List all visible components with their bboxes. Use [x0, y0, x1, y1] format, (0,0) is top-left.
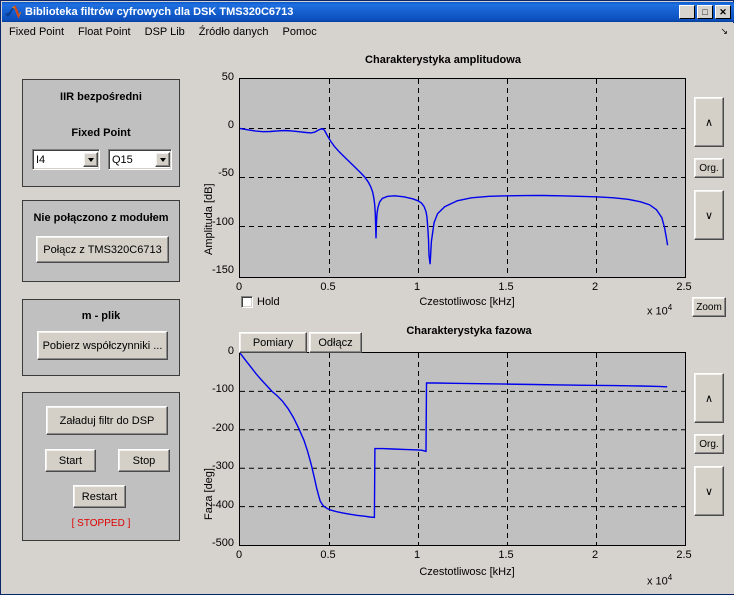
- phase-xtick-0: 0: [235, 549, 243, 561]
- phase-plot-svg: [240, 353, 685, 545]
- phase-x-axis-label: Czestotliwosc [kHz]: [419, 566, 515, 578]
- amp-xtick-2: 2: [591, 281, 599, 293]
- window-buttons: _ □ ✕: [679, 5, 731, 19]
- restart-button[interactable]: Restart: [73, 485, 126, 508]
- amplitude-gridlines: [240, 79, 685, 277]
- amplitude-scroll-up-button[interactable]: ∧: [694, 97, 724, 147]
- amplitude-plot-svg: [240, 79, 685, 277]
- window-title: Biblioteka filtrów cyfrowych dla DSK TMS…: [25, 6, 294, 18]
- amplitude-x-exponent-power: 4: [667, 303, 673, 312]
- connect-dsp-button[interactable]: Połącz z TMS320C6713: [36, 236, 169, 263]
- amplitude-reset-button[interactable]: Org.: [694, 158, 724, 178]
- control-panel: Załaduj filtr do DSP Start Stop Restart …: [22, 392, 180, 541]
- phase-ytick-0: 0: [227, 345, 234, 357]
- phase-y-axis-label: Faza [deg]: [203, 468, 215, 520]
- phase-curve: [240, 353, 668, 519]
- amp-ytick--150: -150: [211, 264, 234, 276]
- amp-ytick--100: -100: [211, 216, 234, 228]
- amp-xtick-1: 1: [413, 281, 421, 293]
- mfile-panel: m - plik Pobierz współczynniki ...: [22, 299, 180, 376]
- phase-x-exponent-mantissa: x 10: [647, 575, 668, 588]
- amp-xtick-0: 0: [235, 281, 243, 293]
- amplitude-x-exponent-mantissa: x 10: [647, 305, 668, 318]
- measurements-button[interactable]: Pomiary: [239, 332, 307, 353]
- filter-type-label: IIR bezpośredni: [60, 91, 142, 103]
- menu-pomoc[interactable]: Pomoc: [276, 25, 324, 39]
- amp-xtick-1.5: 1.5: [498, 281, 514, 293]
- amplitude-curve: [240, 127, 669, 265]
- amplitude-scroll-down-button[interactable]: ∨: [694, 190, 724, 240]
- menu-bar: Fixed Point Float Point DSP Lib Źródło d…: [2, 23, 734, 40]
- phase-ytick--400: -400: [211, 499, 234, 511]
- phase-ytick--100: -100: [211, 383, 234, 395]
- menu-overflow-arrow-icon[interactable]: ↘: [720, 26, 728, 37]
- status-badge: [ STOPPED ]: [71, 518, 131, 529]
- minimize-button[interactable]: _: [679, 5, 695, 19]
- amplitude-x-exponent: x 104: [647, 303, 672, 318]
- phase-xtick-0.5: 0.5: [320, 549, 336, 561]
- phase-ytick--500: -500: [211, 537, 234, 549]
- upload-filter-button[interactable]: Załaduj filtr do DSP: [46, 406, 168, 435]
- phase-scroll-up-button[interactable]: ∧: [694, 373, 724, 423]
- disconnect-button[interactable]: Odłącz: [309, 332, 362, 353]
- menu-fixed-point[interactable]: Fixed Point: [2, 25, 71, 39]
- amp-xtick-0.5: 0.5: [320, 281, 336, 293]
- hold-checkbox-label: Hold: [257, 296, 280, 308]
- zoom-button[interactable]: Zoom: [692, 297, 726, 317]
- phase-xtick-1: 1: [413, 549, 421, 561]
- load-coefficients-button[interactable]: Pobierz współczynniki ...: [37, 331, 168, 360]
- amp-xtick-2.5: 2.5: [676, 281, 692, 293]
- amplitude-x-axis-label: Czestotliwosc [kHz]: [419, 296, 515, 308]
- amplitude-chart-title: Charakterystyka amplitudowa: [365, 54, 521, 66]
- close-icon: ✕: [719, 6, 727, 17]
- coefficient-format-combo[interactable]: Q15: [108, 149, 172, 170]
- chevron-down-icon[interactable]: [155, 152, 170, 167]
- maximize-icon: □: [702, 6, 708, 17]
- stop-button[interactable]: Stop: [118, 449, 170, 472]
- mfile-label: m - plik: [81, 310, 121, 322]
- phase-xtick-1.5: 1.5: [498, 549, 514, 561]
- filter-type-panel: IIR bezpośredni Fixed Point I4 Q15: [22, 79, 180, 187]
- hold-checkbox-box[interactable]: [241, 296, 253, 308]
- main-window: Biblioteka filtrów cyfrowych dla DSK TMS…: [0, 0, 734, 595]
- matlab-icon: [5, 4, 21, 20]
- phase-x-exponent-power: 4: [667, 573, 673, 582]
- menu-dsp-lib[interactable]: DSP Lib: [138, 25, 192, 39]
- phase-ytick--200: -200: [211, 422, 234, 434]
- amp-ytick--50: -50: [218, 167, 234, 179]
- arithmetic-type-label: Fixed Point: [71, 127, 131, 139]
- connection-panel: Nie połączono z modułem Połącz z TMS320C…: [22, 200, 180, 282]
- amp-ytick-0: 0: [227, 119, 234, 131]
- phase-plot-area[interactable]: [239, 352, 686, 546]
- amp-ytick-50: 50: [221, 71, 234, 83]
- title-bar: Biblioteka filtrów cyfrowych dla DSK TMS…: [2, 2, 734, 22]
- maximize-button[interactable]: □: [697, 5, 713, 19]
- phase-xtick-2.5: 2.5: [676, 549, 692, 561]
- coefficient-format-value: Q15: [112, 153, 133, 166]
- input-format-combo[interactable]: I4: [32, 149, 100, 170]
- menu-zrodlo-danych[interactable]: Źródło danych: [192, 25, 276, 39]
- phase-ytick--300: -300: [211, 460, 234, 472]
- minimize-icon: _: [684, 9, 690, 20]
- phase-reset-button[interactable]: Org.: [694, 434, 724, 454]
- start-button[interactable]: Start: [45, 449, 96, 472]
- phase-x-exponent: x 104: [647, 573, 672, 588]
- hold-checkbox[interactable]: Hold: [241, 296, 280, 308]
- close-button[interactable]: ✕: [715, 5, 731, 19]
- amplitude-plot-area[interactable]: [239, 78, 686, 278]
- phase-chart-title: Charakterystyka fazowa: [406, 325, 532, 337]
- client-area: IIR bezpośredni Fixed Point I4 Q15 Nie p…: [2, 40, 734, 594]
- phase-scroll-down-button[interactable]: ∨: [694, 466, 724, 516]
- phase-xtick-2: 2: [591, 549, 599, 561]
- input-format-value: I4: [36, 153, 46, 166]
- menu-float-point[interactable]: Float Point: [71, 25, 138, 39]
- connection-status-label: Nie połączono z modułem: [33, 212, 169, 224]
- chevron-down-icon[interactable]: [83, 152, 98, 167]
